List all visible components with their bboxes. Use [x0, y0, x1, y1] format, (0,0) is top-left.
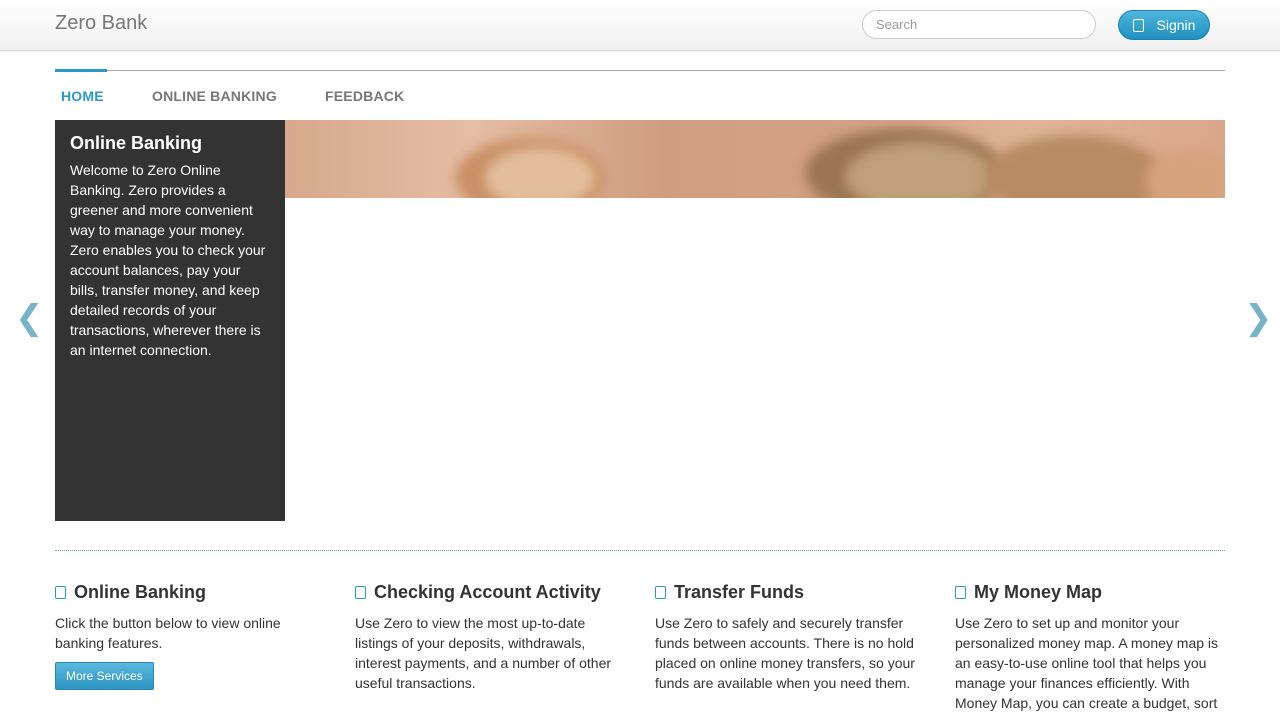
feature-icon: [655, 586, 666, 599]
signin-button[interactable]: Signin: [1118, 10, 1210, 40]
feature-text: Use Zero to view the most up-to-date lis…: [355, 615, 612, 691]
tab-online-banking[interactable]: ONLINE BANKING: [152, 88, 277, 104]
feature-text: Use Zero to set up and monitor your pers…: [955, 615, 1219, 711]
carousel-prev-arrow-icon[interactable]: ❮: [15, 298, 44, 338]
feature-title: Checking Account Activity: [374, 582, 601, 602]
tab-divider: [55, 70, 1225, 71]
feature-online-banking: Online Banking Click the button below to…: [55, 582, 325, 690]
search-input[interactable]: [862, 10, 1096, 39]
feature-icon: [55, 586, 66, 599]
user-icon: [1132, 18, 1144, 32]
feature-icon: [355, 586, 366, 599]
feature-checking-account-activity: Checking Account Activity Use Zero to vi…: [355, 582, 625, 693]
brand-logo[interactable]: Zero Bank: [55, 12, 147, 35]
carousel-next-arrow-icon[interactable]: ❯: [1244, 298, 1273, 338]
tab-feedback[interactable]: FEEDBACK: [325, 88, 404, 104]
hero-title: Online Banking: [70, 133, 203, 153]
hero-text: Welcome to Zero Online Banking. Zero pro…: [70, 162, 266, 358]
feature-my-money-map: My Money Map Use Zero to set up and moni…: [955, 582, 1225, 713]
feature-icon: [955, 586, 966, 599]
section-divider: [55, 550, 1225, 551]
feature-text: Click the button below to view online ba…: [55, 615, 281, 651]
feature-title: Transfer Funds: [674, 582, 805, 602]
hero-coins-image: [285, 120, 1225, 198]
signin-label: Signin: [1156, 17, 1196, 33]
feature-text: Use Zero to safely and securely transfer…: [655, 615, 915, 691]
hero-caption-panel: Online Banking Welcome to Zero Online Ba…: [55, 120, 285, 521]
feature-title: Online Banking: [74, 582, 207, 602]
top-navbar: Zero Bank Signin: [0, 0, 1280, 51]
active-tab-indicator: [55, 69, 107, 72]
tab-home[interactable]: HOME: [61, 88, 104, 104]
more-services-button[interactable]: More Services: [55, 662, 154, 690]
feature-transfer-funds: Transfer Funds Use Zero to safely and se…: [655, 582, 925, 693]
feature-title: My Money Map: [974, 582, 1103, 602]
